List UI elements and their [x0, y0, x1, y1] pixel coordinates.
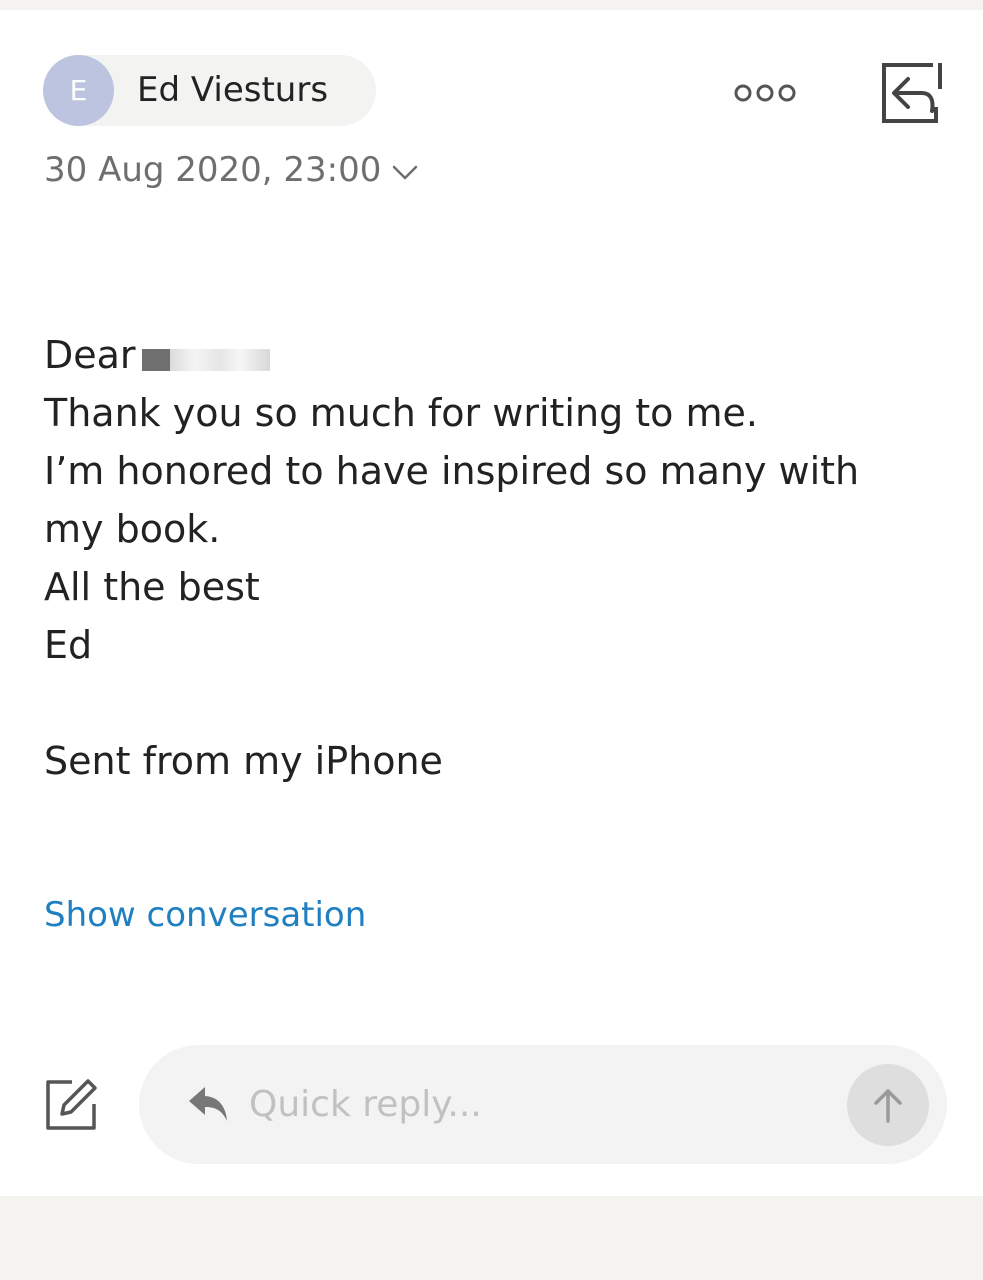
- arrow-up-icon: [874, 1089, 902, 1123]
- reply-button[interactable]: [878, 59, 946, 127]
- body-line: Ed: [44, 623, 93, 667]
- reply-icon: [882, 63, 942, 123]
- body-line: Thank you so much for writing to me.: [44, 391, 758, 435]
- send-button[interactable]: [847, 1064, 929, 1146]
- sender-avatar: E: [43, 55, 114, 126]
- more-options-button[interactable]: [730, 72, 800, 114]
- bottom-edge: [0, 1196, 983, 1280]
- signature-line: Sent from my iPhone: [44, 739, 443, 783]
- quick-reply-bar: [139, 1045, 947, 1164]
- more-horizontal-icon: [734, 84, 796, 102]
- message-date[interactable]: 30 Aug 2020, 23:00: [44, 145, 419, 195]
- body-line: I’m honored to have inspired so many wit…: [44, 449, 860, 493]
- greeting-line: Dear: [44, 326, 934, 384]
- body-line: All the best: [44, 565, 260, 609]
- date-text: 30 Aug 2020, 23:00: [44, 150, 382, 190]
- body-line: my book.: [44, 507, 221, 551]
- compose-icon: [46, 1079, 97, 1130]
- greeting-text: Dear: [44, 333, 136, 377]
- show-conversation-link[interactable]: Show conversation: [44, 890, 366, 940]
- top-edge: [0, 0, 983, 10]
- chevron-down-icon: [393, 165, 418, 180]
- quick-reply-input[interactable]: [249, 1075, 829, 1133]
- reply-arrow-icon: [189, 1087, 227, 1121]
- redacted-name: [141, 343, 272, 373]
- sender-chip[interactable]: E Ed Viesturs: [43, 55, 376, 126]
- sender-name: Ed Viesturs: [137, 70, 329, 110]
- compose-button[interactable]: [42, 1076, 100, 1134]
- message-body: Dear Thank you so much for writing to me…: [44, 326, 934, 790]
- message-view: E Ed Viesturs 30 Aug 2020, 23:00 Dear Th…: [0, 10, 983, 1196]
